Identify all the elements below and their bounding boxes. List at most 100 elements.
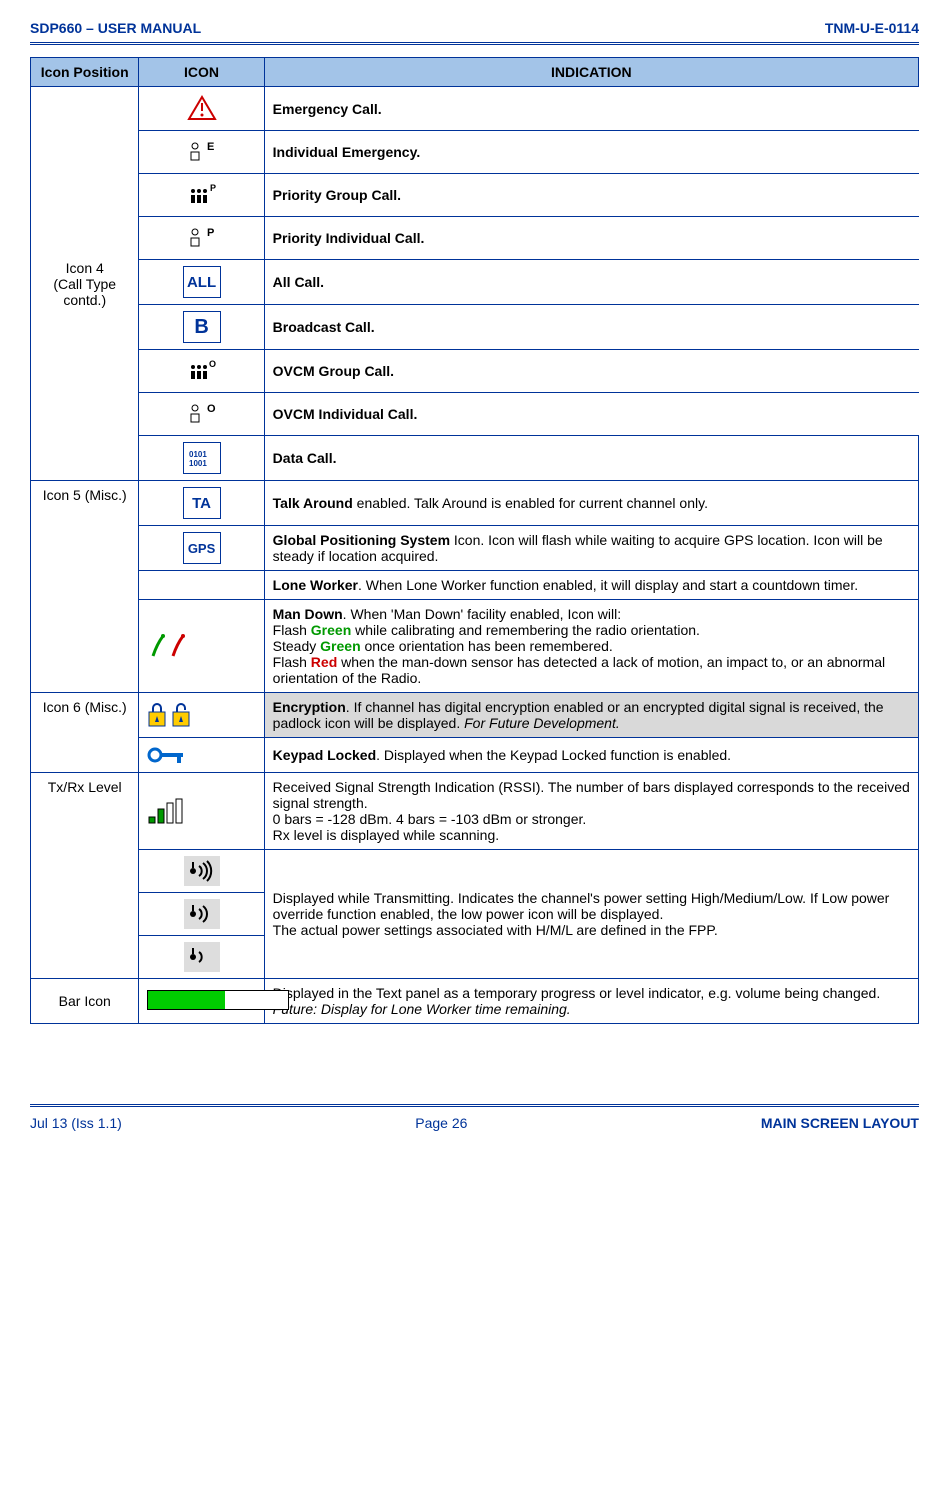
rest: . Displayed when the Keypad Locked funct… [376,747,731,763]
table-row: Lone Worker. When Lone Worker function e… [31,571,919,600]
table-row: Man Down. When 'Man Down' facility enabl… [31,600,919,693]
icon-cell [139,893,264,936]
table-row: B Broadcast Call. [31,305,919,350]
icon-cell: B [139,305,264,350]
footer-center: Page 26 [415,1115,467,1131]
ind-cell: Received Signal Strength Indication (RSS… [264,773,918,850]
encryption-icon [147,702,255,728]
icon-cell: O [139,393,264,436]
svg-text:O: O [209,359,216,369]
pos-icon5: Icon 5 (Misc.) [31,481,139,693]
header-left: SDP660 – USER MANUAL [30,20,201,36]
icon-table: Icon Position ICON INDICATION Icon 4 (Ca… [30,57,919,1024]
rest: enabled. Talk Around is enabled for curr… [353,495,708,511]
svg-text:1001: 1001 [189,459,207,468]
icon-cell [139,979,264,1024]
icon-cell [139,738,264,773]
icon-cell [139,87,264,131]
ind-cell: Priority Individual Call. [264,217,918,260]
ind-cell: Talk Around enabled. Talk Around is enab… [264,481,918,526]
tx-high-icon [184,856,220,886]
icon-cell: P [139,217,264,260]
ind-cell: Displayed in the Text panel as a tempora… [264,979,918,1024]
bar-fill [148,991,225,1009]
lead: Talk Around [273,495,353,511]
tx-low-icon [184,942,220,972]
pos-txrx: Tx/Rx Level [31,773,139,979]
icon-cell: E [139,131,264,174]
ovcm-group-icon: O [184,356,220,386]
gps-icon: GPS [183,532,221,564]
svg-text:P: P [210,183,216,193]
page-header: SDP660 – USER MANUAL TNM-U-E-0114 [30,20,919,36]
pos-icon4: Icon 4 (Call Type contd.) [31,87,139,481]
ind-cell: Individual Emergency. [264,131,918,174]
ind-cell: Displayed while Transmitting. Indicates … [264,850,918,979]
table-row: O OVCM Group Call. [31,350,919,393]
ind-cell: Keypad Locked. Displayed when the Keypad… [264,738,918,773]
lead: Global Positioning System [273,532,450,548]
icon-cell [139,571,264,600]
tx-medium-icon [184,899,220,929]
icon-cell: TA [139,481,264,526]
icon-cell: ALL [139,260,264,305]
ind-cell: Global Positioning System Icon. Icon wil… [264,526,918,571]
ind-cell: OVCM Individual Call. [264,393,918,436]
icon-cell: GPS [139,526,264,571]
svg-text:O: O [207,403,216,415]
lead: Lone Worker [273,577,358,593]
icon-cell [139,693,264,738]
table-row: Displayed while Transmitting. Indicates … [31,850,919,893]
lead: Man Down [273,606,343,622]
broadcast-call-icon: B [183,311,221,343]
header-rule [30,42,919,45]
keypad-locked-icon [147,744,255,766]
lead: Keypad Locked [273,747,376,763]
table-row: Icon 4 (Call Type contd.) Emergency Call… [31,87,919,131]
lead: Encryption [273,699,346,715]
man-down-icon [147,632,255,660]
icon-cell [139,773,264,850]
ind-cell: Data Call. [264,436,918,481]
ind-cell: OVCM Group Call. [264,350,918,393]
icon-cell: O [139,350,264,393]
table-row: 01011001 Data Call. [31,436,919,481]
table-row: Tx/Rx Level Received Signal Strength Ind… [31,773,919,850]
data-call-icon: 01011001 [183,442,221,474]
priority-individual-icon: P [184,223,220,253]
talk-around-icon: TA [183,487,221,519]
table-header-row: Icon Position ICON INDICATION [31,58,919,87]
pos-icon6: Icon 6 (Misc.) [31,693,139,773]
table-row: O OVCM Individual Call. [31,393,919,436]
ovcm-individual-icon: O [184,399,220,429]
page-footer: Jul 13 (Iss 1.1) Page 26 MAIN SCREEN LAY… [30,1115,919,1131]
table-row: P Priority Individual Call. [31,217,919,260]
ind-cell: Priority Group Call. [264,174,918,217]
table-row: E Individual Emergency. [31,131,919,174]
th-position: Icon Position [31,58,139,87]
pos-bar: Bar Icon [31,979,139,1024]
footer-left: Jul 13 (Iss 1.1) [30,1115,122,1131]
icon-cell: 01011001 [139,436,264,481]
table-row: GPS Global Positioning System Icon. Icon… [31,526,919,571]
icon-cell [139,936,264,979]
footer-rule [30,1104,919,1107]
icon-cell [139,600,264,693]
emergency-call-icon [184,93,220,123]
th-icon: ICON [139,58,264,87]
footer-right: MAIN SCREEN LAYOUT [761,1115,919,1131]
table-row: P Priority Group Call. [31,174,919,217]
icon-cell [139,850,264,893]
ind-cell: Lone Worker. When Lone Worker function e… [264,571,918,600]
rest: . When Lone Worker function enabled, it … [358,577,858,593]
header-right: TNM-U-E-0114 [825,20,919,36]
ind-cell: Emergency Call. [264,87,918,131]
ind-cell: All Call. [264,260,918,305]
th-indication: INDICATION [264,58,918,87]
table-row: Icon 6 (Misc.) Encryption. If channel ha… [31,693,919,738]
all-call-icon: ALL [183,266,221,298]
svg-text:0101: 0101 [189,450,207,459]
table-row: Bar Icon Displayed in the Text panel as … [31,979,919,1024]
ind-cell: Broadcast Call. [264,305,918,350]
ind-cell: Encryption. If channel has digital encry… [264,693,918,738]
